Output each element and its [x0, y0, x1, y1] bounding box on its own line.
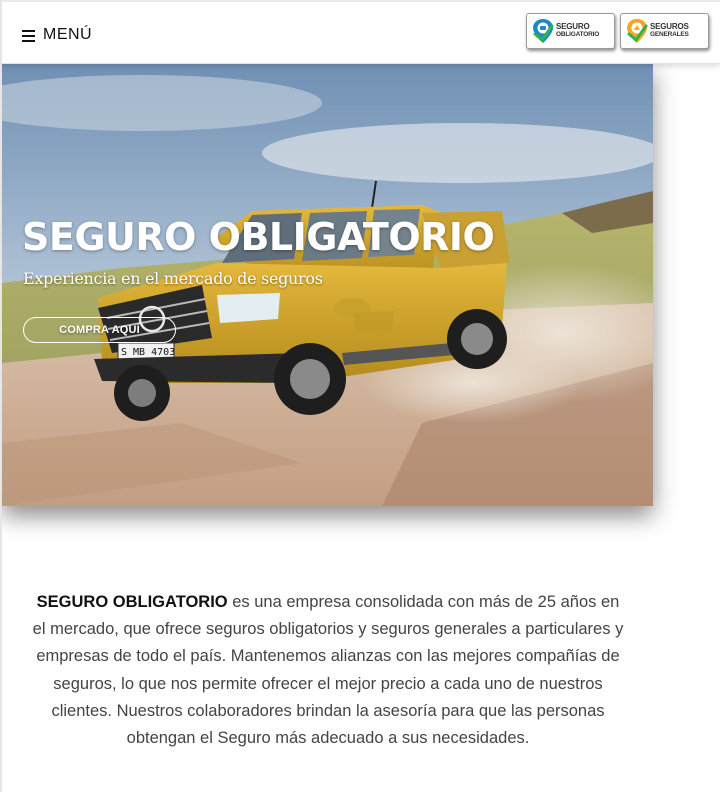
brand-1-line2: OBLIGATORIO	[556, 31, 600, 38]
blue-pin-shield-icon	[533, 19, 554, 43]
hero-subtitle: Experiencia en el mercado de seguros	[23, 269, 323, 288]
brand-1-line1: SEGURO	[556, 22, 590, 31]
seguro-obligatorio-logo-button[interactable]: SEGURO OBLIGATORIO	[526, 13, 615, 49]
hero-title: SEGURO OBLIGATORIO	[22, 215, 495, 259]
brand-2-line2: GENERALES	[650, 31, 689, 38]
about-body: es una empresa consolidada con más de 25…	[32, 593, 624, 748]
orange-pin-shield-icon	[627, 19, 648, 43]
brand-2-line1: SEGUROS	[650, 22, 689, 31]
license-plate: S MB 4703	[121, 347, 175, 358]
top-navbar: MENÚ SEGURO OBLIGATORIO SEGUROS GENERALE…	[0, 0, 720, 64]
menu-button[interactable]: MENÚ	[22, 24, 92, 46]
page-edge	[0, 0, 2, 792]
menu-label: MENÚ	[43, 26, 93, 43]
compra-aqui-button[interactable]: COMPRA AQUÍ	[23, 317, 176, 343]
about-paragraph: SEGURO OBLIGATORIO es una empresa consol…	[28, 589, 628, 752]
about-lead: SEGURO OBLIGATORIO	[36, 593, 228, 611]
seguros-generales-logo-button[interactable]: SEGUROS GENERALES	[620, 13, 709, 49]
hero-banner: S MB 4703 SEGURO OBLIGATORIO Experiencia…	[2, 63, 653, 506]
hamburger-icon	[22, 29, 35, 42]
